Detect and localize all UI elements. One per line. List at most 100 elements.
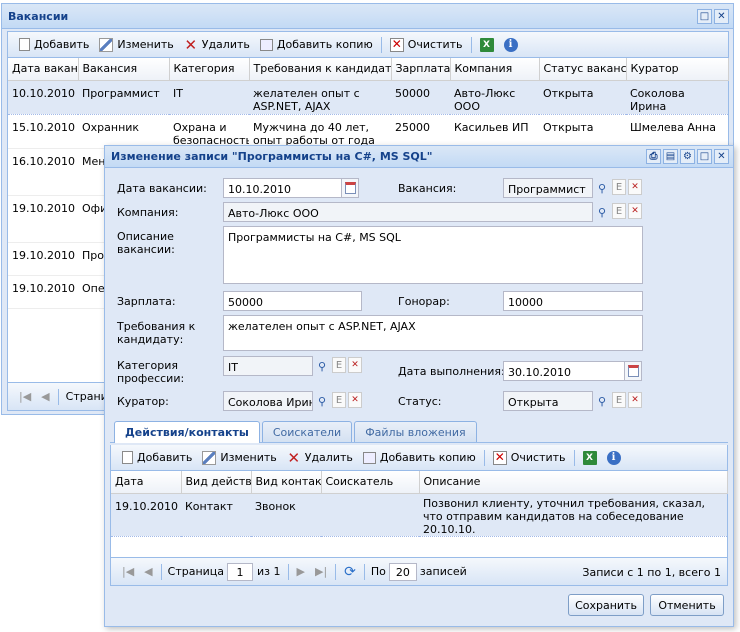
salary-field[interactable]: 50000 xyxy=(223,291,362,311)
prev-page-icon[interactable]: ◀ xyxy=(144,565,152,578)
next-page-icon[interactable]: ▶ xyxy=(297,565,305,578)
search-icon[interactable]: ⚲ xyxy=(314,357,330,375)
column-header-requirements[interactable]: Требования к кандидату xyxy=(249,58,392,81)
close-icon[interactable]: ✕ xyxy=(714,149,729,164)
column-header-applicant[interactable]: Соискатель xyxy=(321,471,420,494)
column-header-status[interactable]: Статус вакансии xyxy=(539,58,627,81)
column-header-salary[interactable]: Зарплата xyxy=(391,58,451,81)
close-icon[interactable]: ✕ xyxy=(714,9,729,24)
column-header-company[interactable]: Компания xyxy=(450,58,540,81)
tab-attachments[interactable]: Файлы вложения xyxy=(354,421,477,442)
table-row[interactable]: 19.10.2010 1 Контакт Звонок Позвонил кли… xyxy=(111,492,727,537)
vacancies-window-title[interactable]: Вакансии □ ✕ xyxy=(2,4,733,29)
due-date-field[interactable]: 30.10.2010 xyxy=(503,361,625,381)
save-button[interactable]: Сохранить xyxy=(568,594,644,616)
table-row[interactable]: 10.10.2010 Программист IT желателен опыт… xyxy=(8,79,728,115)
search-icon[interactable]: ⚲ xyxy=(594,203,610,221)
edit-button[interactable]: Изменить xyxy=(197,448,281,468)
pager-separator xyxy=(335,563,337,580)
edit-lookup-icon[interactable]: E xyxy=(612,392,626,408)
clear-icon xyxy=(389,37,404,52)
page-label: Страница xyxy=(167,565,225,578)
refresh-icon[interactable]: ⟳ xyxy=(344,564,356,580)
cancel-button[interactable]: Отменить xyxy=(650,594,724,616)
first-page-icon[interactable]: |◀ xyxy=(19,390,31,403)
clear-button-label: Очистить xyxy=(510,451,566,464)
requirements-textarea[interactable]: желателен опыт с ASP.NET, AJAX xyxy=(223,315,643,351)
edit-lookup-icon[interactable]: E xyxy=(612,179,626,195)
edit-lookup-icon[interactable]: E xyxy=(612,203,626,219)
delete-button[interactable]: ✕ Удалить xyxy=(282,448,358,468)
edit-lookup-icon[interactable]: E xyxy=(332,357,346,373)
add-button[interactable]: Добавить xyxy=(14,35,94,55)
main-toolbar: Добавить Изменить ✕ Удалить Добавить копи… xyxy=(8,32,728,58)
print-icon[interactable]: ⎙ xyxy=(646,149,661,164)
clear-lookup-icon[interactable]: ✕ xyxy=(628,179,642,195)
dialog-title-text: Изменение записи "Программисты на C#, MS… xyxy=(111,150,433,163)
add-copy-button-label: Добавить копию xyxy=(276,38,373,51)
document-icon[interactable]: ▤ xyxy=(663,149,678,164)
column-header-description[interactable]: Описание xyxy=(419,471,728,494)
pager-separator xyxy=(160,563,162,580)
vacancy-date-field[interactable]: 10.10.2010 xyxy=(223,178,342,198)
curator-field[interactable]: Соколова Ирина xyxy=(223,391,313,411)
edit-record-dialog: Изменение записи "Программисты на C#, MS… xyxy=(104,145,734,627)
info-button[interactable]: i xyxy=(602,448,626,468)
edit-dialog-title[interactable]: Изменение записи "Программисты на C#, MS… xyxy=(105,146,733,168)
vacancy-field[interactable]: Программист xyxy=(503,178,593,198)
add-copy-button[interactable]: Добавить копию xyxy=(358,448,481,468)
search-icon[interactable]: ⚲ xyxy=(594,179,610,197)
clear-lookup-icon[interactable]: ✕ xyxy=(628,392,642,408)
last-page-icon[interactable]: ▶| xyxy=(315,565,327,578)
edit-button[interactable]: Изменить xyxy=(94,35,178,55)
page-size-input[interactable]: 20 xyxy=(388,562,417,581)
prev-page-icon[interactable]: ◀ xyxy=(41,390,49,403)
tab-actions-contacts[interactable]: Действия/контакты xyxy=(114,421,260,443)
description-textarea[interactable]: Программисты на C#, MS SQL xyxy=(223,226,643,284)
status-field[interactable]: Открыта xyxy=(503,391,593,411)
export-excel-button[interactable]: X xyxy=(475,35,499,55)
add-button[interactable]: Добавить xyxy=(117,448,197,468)
fee-field[interactable]: 10000 xyxy=(503,291,643,311)
curator-label: Куратор: xyxy=(117,395,169,408)
cell-status: Открыта xyxy=(539,114,626,149)
maximize-icon[interactable]: □ xyxy=(697,9,712,24)
clear-lookup-icon[interactable]: ✕ xyxy=(628,203,642,219)
column-header-vacancy[interactable]: Вакансия xyxy=(78,58,170,81)
clear-button[interactable]: Очистить xyxy=(488,448,571,468)
cell-date: 15.10.2010 xyxy=(8,114,78,149)
category-field[interactable]: IT xyxy=(223,356,313,376)
calendar-icon[interactable] xyxy=(625,361,642,381)
column-header-contact-type[interactable]: Вид контакта xyxy=(251,471,322,494)
excel-icon: X xyxy=(582,450,597,465)
cell-date: 19.10.2010 xyxy=(8,195,78,243)
column-header-date[interactable]: Дата вакансии xyxy=(8,58,79,81)
search-icon[interactable]: ⚲ xyxy=(594,392,610,410)
first-page-icon[interactable]: |◀ xyxy=(122,565,134,578)
cell-status: Открыта xyxy=(539,79,626,115)
maximize-icon[interactable]: □ xyxy=(697,149,712,164)
delete-button[interactable]: ✕ Удалить xyxy=(179,35,255,55)
settings-icon[interactable]: ⚙ xyxy=(680,149,695,164)
toolbar-separator xyxy=(380,36,382,53)
clear-button[interactable]: Очистить xyxy=(385,35,468,55)
info-button[interactable]: i xyxy=(499,35,523,55)
export-excel-button[interactable]: X xyxy=(578,448,602,468)
column-header-category[interactable]: Категория xyxy=(169,58,250,81)
edit-lookup-icon[interactable]: E xyxy=(332,392,346,408)
column-header-date[interactable]: Дата xyxy=(111,471,182,494)
tab-applicants[interactable]: Соискатели xyxy=(261,421,353,442)
column-header-action-type[interactable]: Вид действия xyxy=(181,471,252,494)
company-field[interactable]: Авто-Люкс ООО xyxy=(223,202,593,222)
requirements-label: Требования к кандидату: xyxy=(117,320,196,346)
cell-action-type: Контакт xyxy=(181,492,251,537)
search-icon[interactable]: ⚲ xyxy=(314,392,330,410)
page-number-input[interactable]: 1 xyxy=(227,562,254,581)
calendar-icon[interactable] xyxy=(342,178,359,198)
add-copy-button[interactable]: Добавить копию xyxy=(255,35,378,55)
edit-icon xyxy=(202,450,217,465)
table-row[interactable]: 15.10.2010 Охранник Охрана и безопасност… xyxy=(8,114,728,149)
clear-lookup-icon[interactable]: ✕ xyxy=(348,357,362,373)
clear-lookup-icon[interactable]: ✕ xyxy=(348,392,362,408)
column-header-curator[interactable]: Куратор xyxy=(626,58,729,81)
